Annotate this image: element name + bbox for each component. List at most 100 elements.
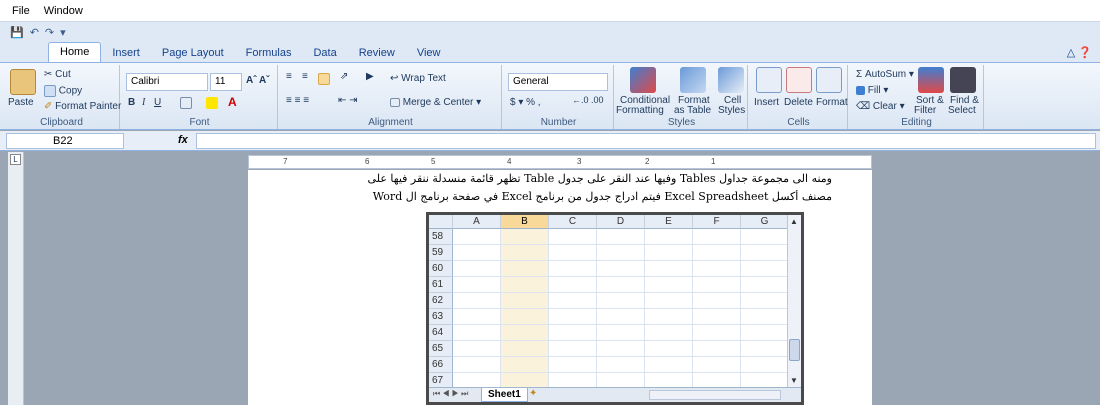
decimal-icon[interactable]: ←.0 .00: [572, 95, 604, 105]
merge-center-button[interactable]: Merge & Center ▾: [390, 97, 481, 108]
scroll-thumb[interactable]: [789, 339, 800, 361]
cell[interactable]: [453, 357, 501, 373]
delete-cells-icon[interactable]: [786, 67, 812, 93]
cell[interactable]: [597, 245, 645, 261]
menu-file[interactable]: File: [12, 5, 30, 17]
cell-styles-icon[interactable]: [718, 67, 744, 93]
format-as-table-label2[interactable]: as Table: [674, 105, 711, 116]
italic-button[interactable]: I: [142, 97, 145, 108]
cell[interactable]: [741, 261, 789, 277]
cell[interactable]: [597, 341, 645, 357]
column-header-e[interactable]: E: [645, 215, 693, 229]
font-name-select[interactable]: Calibri: [126, 73, 208, 91]
save-icon[interactable]: 💾: [10, 26, 24, 39]
number-format-select[interactable]: General: [508, 73, 608, 91]
text-direction-icon[interactable]: ▶: [366, 71, 374, 82]
tab-review[interactable]: Review: [348, 44, 406, 62]
horizontal-scrollbar[interactable]: [649, 390, 781, 400]
format-as-table-icon[interactable]: [680, 67, 706, 93]
embedded-spreadsheet[interactable]: A B C D E F G 58 59 60 61 62 63 64 65 66…: [426, 212, 804, 405]
borders-icon[interactable]: [180, 97, 192, 109]
column-header-f[interactable]: F: [693, 215, 741, 229]
font-size-select[interactable]: 11: [210, 73, 242, 91]
cell[interactable]: [501, 245, 549, 261]
cut-button[interactable]: ✂ Cut: [44, 69, 71, 80]
cell[interactable]: [645, 293, 693, 309]
scroll-up-icon[interactable]: ▲: [790, 217, 798, 226]
cell[interactable]: [645, 309, 693, 325]
vertical-scrollbar[interactable]: ▼ ▲: [787, 215, 801, 387]
cell[interactable]: [693, 229, 741, 245]
cell[interactable]: [501, 229, 549, 245]
cell[interactable]: [597, 277, 645, 293]
find-label2[interactable]: Select: [948, 105, 976, 116]
scroll-down-icon[interactable]: ▼: [790, 376, 798, 385]
tab-home[interactable]: Home: [48, 42, 102, 62]
cell[interactable]: [645, 229, 693, 245]
cell[interactable]: [693, 245, 741, 261]
cell[interactable]: [453, 293, 501, 309]
redo-icon[interactable]: ↷: [45, 26, 54, 39]
tab-insert[interactable]: Insert: [101, 44, 151, 62]
fill-button[interactable]: Fill ▾: [856, 85, 888, 96]
cell[interactable]: [693, 357, 741, 373]
bold-button[interactable]: B: [128, 97, 135, 108]
cell[interactable]: [741, 357, 789, 373]
cell[interactable]: [741, 341, 789, 357]
cell[interactable]: [453, 309, 501, 325]
insert-sheet-icon[interactable]: ✦: [529, 388, 537, 399]
help-icon[interactable]: △ ❓: [1067, 46, 1092, 59]
cell[interactable]: [597, 229, 645, 245]
cell[interactable]: [549, 245, 597, 261]
binoculars-icon[interactable]: [950, 67, 976, 93]
tab-formulas[interactable]: Formulas: [235, 44, 303, 62]
tab-page-layout[interactable]: Page Layout: [151, 44, 235, 62]
column-header-g[interactable]: G: [741, 215, 789, 229]
cell[interactable]: [549, 293, 597, 309]
cell[interactable]: [693, 309, 741, 325]
cell[interactable]: [645, 325, 693, 341]
row-header[interactable]: 65: [429, 341, 453, 357]
sheet-nav-icons[interactable]: ⏮ ◀ ▶ ⏭: [433, 389, 468, 399]
cell[interactable]: [741, 245, 789, 261]
cell[interactable]: [549, 357, 597, 373]
autosum-button[interactable]: Σ AutoSum ▾: [856, 69, 914, 80]
column-header-a[interactable]: A: [453, 215, 501, 229]
cell[interactable]: [549, 309, 597, 325]
format-cells-icon[interactable]: [816, 67, 842, 93]
cell[interactable]: [453, 261, 501, 277]
cell[interactable]: [645, 261, 693, 277]
column-header-b[interactable]: B: [501, 215, 549, 229]
cell[interactable]: [741, 293, 789, 309]
cell[interactable]: [549, 341, 597, 357]
tab-selector-icon[interactable]: L: [10, 154, 21, 165]
cell[interactable]: [453, 245, 501, 261]
font-color-icon[interactable]: A: [228, 95, 237, 109]
grow-font-icon[interactable]: Aˆ Aˇ: [246, 75, 270, 86]
conditional-formatting-label2[interactable]: Formatting: [616, 105, 664, 116]
tab-data[interactable]: Data: [302, 44, 347, 62]
cell[interactable]: [597, 357, 645, 373]
cell[interactable]: [741, 325, 789, 341]
insert-cells-button[interactable]: Insert: [754, 97, 779, 108]
cell[interactable]: [693, 341, 741, 357]
cell[interactable]: [501, 357, 549, 373]
orientation-icon[interactable]: ⇗: [340, 71, 348, 82]
fill-color-icon[interactable]: [206, 97, 218, 109]
cell[interactable]: [597, 293, 645, 309]
cell[interactable]: [597, 325, 645, 341]
indent-icon[interactable]: ⇤ ⇥: [338, 95, 358, 106]
cell[interactable]: [597, 261, 645, 277]
column-header-c[interactable]: C: [549, 215, 597, 229]
wrap-text-button[interactable]: ↩ Wrap Text: [390, 73, 446, 84]
cell[interactable]: [693, 293, 741, 309]
row-header[interactable]: 62: [429, 293, 453, 309]
sheet-tab-sheet1[interactable]: Sheet1: [481, 388, 528, 402]
cell[interactable]: [501, 277, 549, 293]
undo-icon[interactable]: ↶: [30, 26, 39, 39]
fx-button[interactable]: fx: [178, 134, 188, 146]
cell[interactable]: [693, 277, 741, 293]
cell[interactable]: [693, 325, 741, 341]
cell[interactable]: [501, 293, 549, 309]
cell[interactable]: [501, 341, 549, 357]
